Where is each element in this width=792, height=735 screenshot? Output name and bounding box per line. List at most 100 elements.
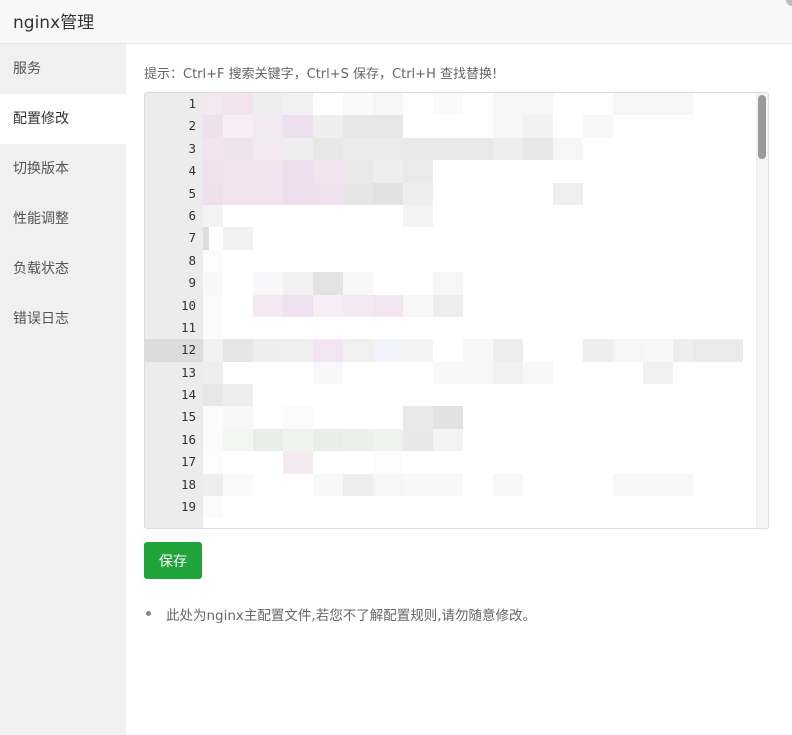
code-line: [203, 294, 756, 317]
code-pixel-block: [373, 473, 403, 497]
note-item: 此处为nginx主配置文件,若您不了解配置规则,请勿随意修改。: [144, 604, 536, 624]
code-pixel-block: [403, 428, 433, 452]
code-pixel-block: [553, 182, 583, 205]
sidebar-item-load-status[interactable]: 负载状态: [0, 244, 126, 294]
code-pixel-block: [313, 182, 343, 205]
shortcut-hint: 提示：Ctrl+F 搜索关键字，Ctrl+S 保存，Ctrl+H 查找替换!: [144, 67, 498, 82]
window-title: nginx管理: [13, 13, 95, 33]
code-pixel-block: [223, 428, 253, 452]
code-pixel-block: [313, 428, 343, 452]
code-content[interactable]: [203, 93, 756, 528]
code-pixel-block: [203, 204, 223, 228]
line-number: 1: [188, 96, 196, 111]
code-line: [203, 160, 756, 183]
sidebar-item-error-log[interactable]: 错误日志: [0, 294, 126, 344]
code-pixel-block: [203, 361, 223, 385]
code-pixel-block: [203, 272, 223, 295]
line-number: 13: [180, 364, 196, 380]
line-number-current: 12: [145, 339, 203, 362]
line-number: 9: [188, 275, 196, 291]
code-pixel-block: [223, 93, 253, 116]
code-pixel-block: [343, 339, 373, 362]
sidebar-item-service[interactable]: 服务: [0, 44, 126, 94]
code-pixel-block: [613, 93, 693, 116]
code-pixel-block: [693, 339, 743, 362]
code-pixel-block: [203, 406, 223, 429]
code-pixel-block: [283, 294, 313, 317]
line-number: 2: [188, 118, 196, 134]
sidebar-item-config[interactable]: 配置修改: [0, 94, 126, 144]
code-pixel-block: [223, 473, 253, 497]
code-line: [203, 428, 756, 452]
window-titlebar: nginx管理: [0, 0, 792, 44]
code-pixel-block: [343, 160, 373, 183]
code-pixel-block: [343, 473, 373, 497]
code-pixel-block: [283, 115, 313, 138]
code-pixel-block: [203, 294, 223, 317]
code-line: [203, 384, 756, 407]
code-line: [203, 451, 756, 474]
code-pixel-block: [313, 339, 343, 362]
code-pixel-block: [223, 182, 283, 205]
code-pixel-block: [553, 137, 583, 161]
code-pixel-block: [253, 339, 283, 362]
line-number: 15: [180, 409, 196, 425]
code-pixel-block: [203, 93, 223, 116]
code-pixel-block: [373, 428, 403, 452]
code-pixel-block: [643, 361, 673, 385]
code-pixel-block: [343, 428, 373, 452]
code-pixel-block: [203, 496, 223, 519]
notes-list: 此处为nginx主配置文件,若您不了解配置规则,请勿随意修改。: [144, 604, 536, 624]
main-panel: 提示：Ctrl+F 搜索关键字，Ctrl+S 保存，Ctrl+H 查找替换! 1…: [126, 44, 792, 735]
code-pixel-block: [283, 406, 313, 429]
line-number: 17: [180, 454, 196, 470]
line-number: 3: [188, 140, 196, 156]
code-pixel-block: [283, 182, 313, 205]
code-pixel-block: [223, 406, 253, 429]
sidebar-item-performance[interactable]: 性能调整: [0, 194, 126, 244]
line-number: 7: [188, 230, 196, 246]
sidebar-item-version[interactable]: 切换版本: [0, 144, 126, 194]
code-pixel-block: [373, 93, 403, 116]
save-button[interactable]: 保存: [144, 542, 202, 579]
code-pixel-block: [343, 93, 373, 116]
code-pixel-block: [433, 272, 463, 295]
code-pixel-block: [403, 160, 433, 183]
code-pixel-block: [493, 473, 523, 497]
line-number: 8: [188, 252, 196, 268]
code-pixel-block: [203, 428, 223, 452]
code-line: [203, 496, 756, 519]
code-pixel-block: [433, 406, 463, 429]
code-pixel-block: [343, 294, 373, 317]
code-line: [203, 93, 756, 116]
code-pixel-block: [583, 339, 613, 362]
code-pixel-block: [343, 182, 373, 205]
code-pixel-block: [643, 339, 673, 362]
line-number: 6: [188, 207, 196, 223]
code-pixel-block: [283, 451, 313, 474]
bullet-icon: [146, 611, 151, 616]
code-pixel-block: [493, 339, 523, 362]
line-number: 10: [180, 297, 196, 313]
code-line: [203, 204, 756, 228]
config-editor[interactable]: 1 2 3 4 5 6 7 8 9 10 11 12 13 14 15 16 1…: [144, 92, 769, 529]
code-pixel-block: [373, 451, 403, 474]
code-pixel-block: [403, 204, 433, 228]
code-pixel-block: [313, 294, 343, 317]
code-pixel-block: [313, 272, 343, 295]
editor-scrollbar[interactable]: [756, 93, 768, 528]
code-pixel-block: [373, 294, 403, 317]
code-pixel-block: [203, 473, 223, 497]
code-line: [203, 473, 756, 497]
code-pixel-block: [493, 361, 523, 385]
code-pixel-block: [253, 294, 283, 317]
sidebar: 服务 配置修改 切换版本 性能调整 负载状态 错误日志: [0, 44, 126, 735]
code-pixel-block: [403, 137, 493, 161]
code-pixel-block: [203, 249, 223, 273]
close-icon[interactable]: [786, 0, 792, 6]
code-pixel-block: [523, 361, 553, 385]
code-line: [203, 361, 756, 385]
code-pixel-block: [203, 160, 223, 183]
scrollbar-thumb[interactable]: [758, 95, 766, 159]
code-pixel-block: [523, 115, 553, 138]
